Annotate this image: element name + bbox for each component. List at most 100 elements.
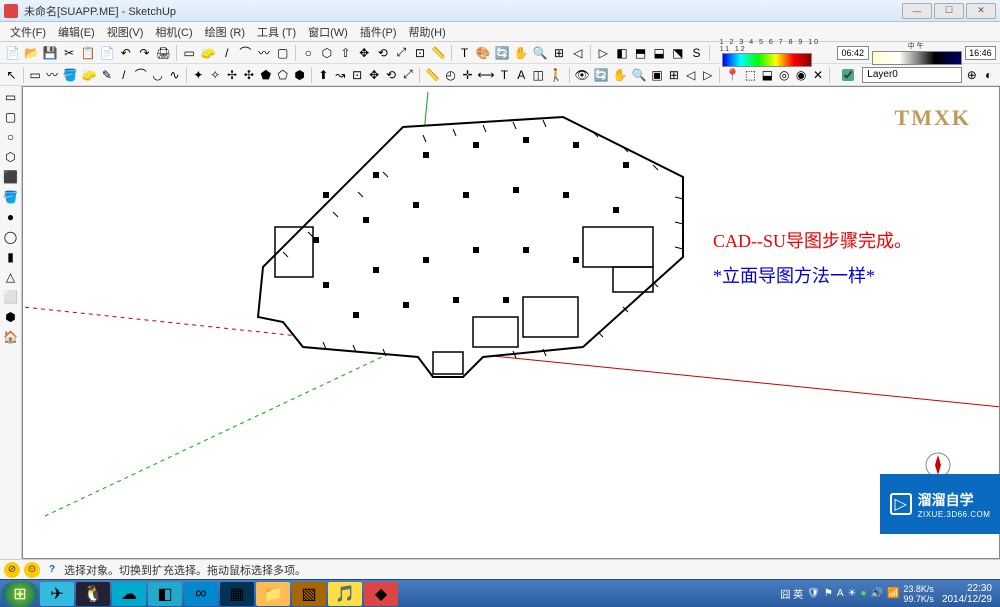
dimension-icon[interactable]: ⟷	[477, 66, 495, 84]
follow-icon[interactable]: ↝	[333, 66, 348, 84]
pointer-icon[interactable]: ↖	[4, 66, 19, 84]
rrect-tool-icon[interactable]: ▢	[2, 108, 20, 126]
file-open-icon[interactable]: 📂	[23, 44, 40, 62]
paint-bucket-icon[interactable]: 🪣	[62, 66, 79, 84]
walk-icon[interactable]: 🚶	[548, 66, 565, 84]
push-icon[interactable]: ⬆	[316, 66, 331, 84]
status-icon-1[interactable]: ⊘	[4, 562, 20, 578]
prev-view-icon[interactable]: ◁	[569, 44, 586, 62]
zoom-ext-icon[interactable]: ⊞	[666, 66, 681, 84]
menu-5[interactable]: 工具 (T)	[251, 24, 302, 40]
time-strip[interactable]	[872, 51, 962, 65]
status-help-icon[interactable]: ?	[44, 562, 60, 578]
scale2-icon[interactable]: ⤢	[400, 66, 415, 84]
arc2-icon[interactable]: ⌒	[133, 66, 148, 84]
orbit2-icon[interactable]: 🔄	[593, 66, 610, 84]
save-icon[interactable]: 💾	[42, 44, 59, 62]
solid1-icon[interactable]: ◎	[777, 66, 792, 84]
solid2-icon[interactable]: ◉	[794, 66, 809, 84]
polygon-tool-icon[interactable]: ⬡	[2, 148, 20, 166]
arc-icon[interactable]: ⌒	[237, 44, 254, 62]
eraser2-icon[interactable]: 🧽	[80, 66, 97, 84]
circle-icon[interactable]: ○	[300, 44, 317, 62]
task-app-9[interactable]: 🎵	[328, 582, 362, 606]
offset2-icon[interactable]: ⊡	[350, 66, 365, 84]
tray-a-icon[interactable]: A	[837, 588, 844, 599]
rect-sel-icon[interactable]: ▭	[28, 66, 43, 84]
bucket-icon[interactable]: 🪣	[2, 188, 20, 206]
time-start[interactable]: 06:42	[837, 46, 869, 60]
tray-360-icon[interactable]: ●	[860, 588, 866, 599]
task-app-7[interactable]: 📁	[256, 582, 290, 606]
tray-net-icon[interactable]: 📶	[887, 588, 899, 599]
tray-flag-icon[interactable]: ⚑	[824, 588, 833, 599]
rect-tool-icon[interactable]: ▭	[2, 88, 20, 106]
sphere-icon[interactable]: ●	[2, 208, 20, 226]
cut-icon[interactable]: ✂	[61, 44, 78, 62]
eraser-icon[interactable]: 🧽	[199, 44, 216, 62]
section-icon[interactable]: ◫	[531, 66, 546, 84]
3dtext-icon[interactable]: A	[514, 66, 529, 84]
zoom-icon[interactable]: 🔍	[532, 44, 549, 62]
star-icon[interactable]: ✦	[191, 66, 206, 84]
menu-7[interactable]: 插件(P)	[354, 24, 403, 40]
prev-icon[interactable]: ◁	[683, 66, 698, 84]
pan2-icon[interactable]: ✋	[612, 66, 629, 84]
menu-8[interactable]: 帮助(H)	[403, 24, 452, 40]
close-button[interactable]: ✕	[966, 3, 996, 19]
file-new-icon[interactable]: 📄	[4, 44, 21, 62]
clock[interactable]: 22:302014/12/29	[942, 583, 992, 605]
front-icon[interactable]: ⬓	[651, 44, 668, 62]
rotate-icon[interactable]: ⟲	[374, 44, 391, 62]
offset-icon[interactable]: ⊡	[412, 44, 429, 62]
line2-icon[interactable]: /	[116, 66, 131, 84]
menu-0[interactable]: 文件(F)	[4, 24, 52, 40]
redo-icon[interactable]: ↷	[136, 44, 153, 62]
shape2-icon[interactable]: ✢	[225, 66, 240, 84]
layer-visible-checkbox[interactable]	[842, 69, 854, 81]
shape3-icon[interactable]: ⬟	[258, 66, 273, 84]
zoom2-icon[interactable]: 🔍	[631, 66, 648, 84]
axes-icon[interactable]: ✛	[460, 66, 475, 84]
task-app-1[interactable]: ✈	[40, 582, 74, 606]
position-icon[interactable]: 📍	[724, 66, 741, 84]
scale-icon[interactable]: ⤢	[393, 44, 410, 62]
cylinder-icon[interactable]: ▮	[2, 248, 20, 266]
paste-icon[interactable]: 📄	[98, 44, 115, 62]
tape2-icon[interactable]: 📏	[424, 66, 441, 84]
prism-icon[interactable]: ⬢	[2, 308, 20, 326]
solid3-icon[interactable]: ✕	[811, 66, 826, 84]
tray-vol-icon[interactable]: 🔊	[871, 588, 883, 599]
menu-3[interactable]: 相机(C)	[149, 24, 198, 40]
right-icon[interactable]: ⬔	[670, 44, 687, 62]
move-icon[interactable]: ✥	[356, 44, 373, 62]
task-app-5[interactable]: ∞	[184, 582, 218, 606]
rotate2-icon[interactable]: ⟲	[384, 66, 399, 84]
zoom-win-icon[interactable]: ▣	[650, 66, 665, 84]
time-end[interactable]: 16:46	[965, 46, 997, 60]
tube-icon[interactable]: ⬜	[2, 288, 20, 306]
task-app-10[interactable]: ◆	[364, 582, 398, 606]
cone-icon[interactable]: △	[2, 268, 20, 286]
paint-icon[interactable]: 🎨	[475, 44, 492, 62]
spiral-icon[interactable]: ✣	[242, 66, 257, 84]
protractor-icon[interactable]: ◴	[443, 66, 458, 84]
rect-icon[interactable]: ▢	[274, 44, 291, 62]
bezier-icon[interactable]: ∿	[167, 66, 182, 84]
select-icon[interactable]: ▭	[181, 44, 198, 62]
freehand-icon[interactable]: 〰	[256, 44, 273, 62]
orbit-icon[interactable]: 🔄	[494, 44, 511, 62]
task-app-3[interactable]: ☁	[112, 582, 146, 606]
status-icon-2[interactable]: ⊙	[24, 562, 40, 578]
tray-shield-icon[interactable]: 🛡	[807, 588, 820, 599]
pushpull-icon[interactable]: ⇧	[337, 44, 354, 62]
print-icon[interactable]: 🖨	[155, 44, 172, 62]
text-icon[interactable]: T	[456, 44, 473, 62]
pan-icon[interactable]: ✋	[513, 44, 530, 62]
house-icon[interactable]: 🏠	[2, 328, 20, 346]
undo-icon[interactable]: ↶	[117, 44, 134, 62]
layer-ext-icon-1[interactable]: ⊕	[964, 66, 979, 84]
polygon-icon[interactable]: ⬡	[319, 44, 336, 62]
zoom-extents-icon[interactable]: ⊞	[551, 44, 568, 62]
move2-icon[interactable]: ✥	[367, 66, 382, 84]
